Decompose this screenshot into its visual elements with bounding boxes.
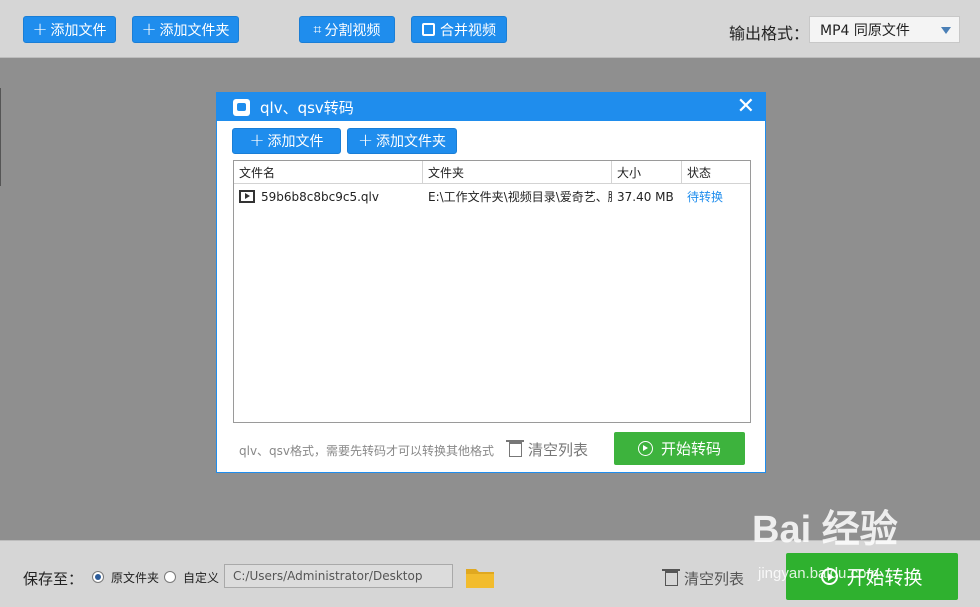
file-table: 文件名 文件夹 大小 状态 59b6b8c8bc9c5.qlv E:\工作文件夹… [233,160,751,423]
chevron-down-icon [941,27,951,34]
table-header: 文件名 文件夹 大小 状态 [234,161,750,184]
baidu-watermark-url: jingyan.baidu.com [758,565,879,582]
dialog-titlebar: qlv、qsv转码 ✕ [217,93,765,121]
window-edge [0,88,1,186]
add-file-label: 添加文件 [50,22,107,39]
plus-icon: + [141,18,157,40]
plus-icon: + [249,130,265,151]
dialog-hint: qlv、qsv格式，需要先转码才可以转换其他格式 [239,444,495,458]
folder-icon[interactable] [465,565,495,589]
add-file-button[interactable]: + 添加文件 [23,16,116,43]
start-transcode-label: 开始转码 [660,440,721,458]
save-path-input[interactable] [224,564,453,588]
cell-status[interactable]: 待转换 [682,188,750,205]
table-row[interactable]: 59b6b8c8bc9c5.qlv E:\工作文件夹\视频目录\爱奇艺、腾 37… [234,184,750,209]
start-transcode-button[interactable]: 开始转码 [614,432,745,465]
column-header-name[interactable]: 文件名 [234,161,423,183]
radio-original-folder-label: 原文件夹 [111,571,160,585]
output-format-value: MP4 同原文件 [820,22,910,39]
clear-list-button[interactable]: 清空列表 [662,568,745,589]
add-folder-label: 添加文件夹 [159,22,230,39]
cell-size: 37.40 MB [617,189,674,204]
split-video-button[interactable]: ⌗ 分割视频 [299,16,395,43]
column-header-status[interactable]: 状态 [682,161,750,183]
baidu-watermark: Bai 经验 [752,509,898,551]
trash-icon [506,440,524,457]
cell-name: 59b6b8c8bc9c5.qlv [234,190,423,204]
add-folder-button[interactable]: + 添加文件夹 [132,16,239,43]
radio-custom-label: 自定义 [183,571,220,585]
radio-custom[interactable] [164,571,176,583]
main-toolbar: + 添加文件 + 添加文件夹 ⌗ 分割视频 合并视频 输出格式： MP4 同原文… [0,0,980,58]
output-format-select[interactable]: MP4 同原文件 [809,16,960,43]
crop-icon: ⌗ [313,21,322,38]
output-format-label: 输出格式： [729,24,810,43]
column-header-folder[interactable]: 文件夹 [423,161,612,183]
dialog-title: qlv、qsv转码 [260,98,354,117]
video-file-icon [239,190,255,203]
dialog-clear-list-label: 清空列表 [528,441,589,459]
transcode-dialog: qlv、qsv转码 ✕ + 添加文件 + 添加文件夹 文件名 文件夹 大小 状态… [216,92,766,473]
dialog-add-file-button[interactable]: + 添加文件 [232,128,341,154]
plus-icon: + [357,130,374,151]
save-to-label: 保存至： [23,570,84,588]
file-name: 59b6b8c8bc9c5.qlv [261,189,379,204]
dialog-add-folder-label: 添加文件夹 [376,134,447,150]
close-icon[interactable]: ✕ [737,95,755,119]
clear-list-label: 清空列表 [684,570,745,588]
merge-icon [422,23,435,36]
dialog-add-folder-button[interactable]: + 添加文件夹 [347,128,457,154]
play-circle-icon [637,441,653,456]
merge-video-button[interactable]: 合并视频 [411,16,507,43]
radio-original-folder[interactable] [92,571,104,583]
merge-video-label: 合并视频 [440,22,496,39]
column-header-size[interactable]: 大小 [612,161,682,183]
dialog-add-file-label: 添加文件 [267,134,324,150]
plus-icon: + [32,18,48,40]
app-icon [233,98,250,116]
split-video-label: 分割视频 [324,22,381,39]
trash-icon [662,569,680,586]
dialog-clear-list-button[interactable]: 清空列表 [506,439,589,460]
cell-folder: E:\工作文件夹\视频目录\爱奇艺、腾 [428,190,612,204]
